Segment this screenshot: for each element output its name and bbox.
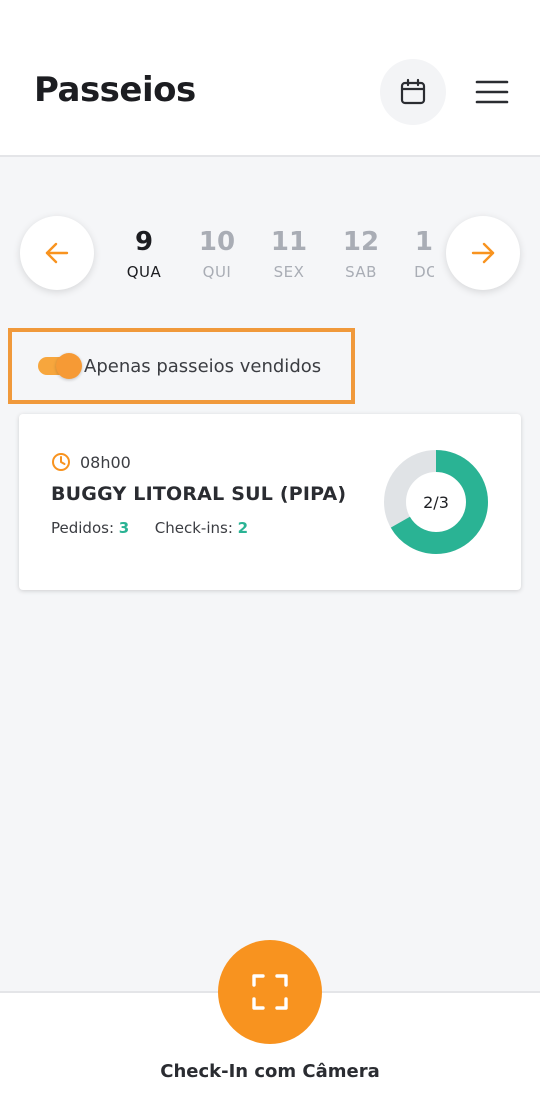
camera-checkin-button[interactable] (218, 940, 322, 1044)
camera-checkin-label[interactable]: Check-In com Câmera (0, 1061, 540, 1082)
day-weekday: SAB (345, 263, 377, 281)
toggle-knob (56, 353, 82, 379)
checkins-value: 2 (237, 519, 249, 537)
clock-icon (52, 453, 70, 471)
day-number: 11 (270, 227, 308, 257)
menu-button[interactable] (470, 72, 514, 112)
checkins-label: Check-ins: (154, 519, 233, 537)
orders-value: 3 (118, 519, 130, 537)
orders-label: Pedidos: (51, 519, 114, 537)
arrow-right-icon (471, 242, 495, 264)
day-item[interactable]: 12 SAB (325, 222, 397, 282)
hamburger-menu-icon (475, 80, 509, 104)
day-item[interactable]: 9 QUA (108, 222, 180, 282)
day-weekday: DOM (414, 263, 434, 281)
day-number: 9 (134, 227, 154, 257)
tour-time: 08h00 (80, 452, 131, 472)
checkin-progress-donut: 2/3 (384, 450, 488, 554)
day-number: 13 (414, 227, 434, 257)
day-number: 12 (342, 227, 380, 257)
filter-label: Apenas passeios vendidos (84, 356, 322, 377)
day-selector: 9 QUA 10 QUI 11 SEX 12 SAB 13 DOM (108, 222, 434, 292)
tour-name: BUGGY LITORAL SUL (PIPA) (51, 483, 347, 505)
scan-frame-icon (252, 974, 288, 1010)
arrow-left-icon (45, 242, 69, 264)
day-item[interactable]: 11 SEX (253, 222, 325, 282)
day-item[interactable]: 13 DOM (397, 222, 434, 282)
next-day-button[interactable] (446, 216, 520, 290)
day-number: 10 (198, 227, 236, 257)
app-header: Passeios (0, 0, 540, 157)
day-weekday: QUA (126, 263, 162, 281)
tour-time-row: 08h00 (51, 452, 131, 472)
day-weekday: QUI (202, 263, 232, 281)
calendar-icon (400, 78, 426, 105)
day-item[interactable]: 10 QUI (181, 222, 253, 282)
page-title: Passeios (34, 70, 196, 110)
donut-label: 2/3 (423, 493, 449, 512)
tour-card[interactable]: 08h00 BUGGY LITORAL SUL (PIPA) Pedidos: … (19, 414, 521, 590)
calendar-button[interactable] (380, 59, 446, 125)
sold-tours-toggle[interactable] (38, 353, 82, 379)
day-weekday: SEX (273, 263, 305, 281)
previous-day-button[interactable] (20, 216, 94, 290)
tour-stats: Pedidos: 3 Check-ins: 2 (51, 519, 248, 537)
sold-tours-filter: Apenas passeios vendidos (8, 328, 355, 404)
